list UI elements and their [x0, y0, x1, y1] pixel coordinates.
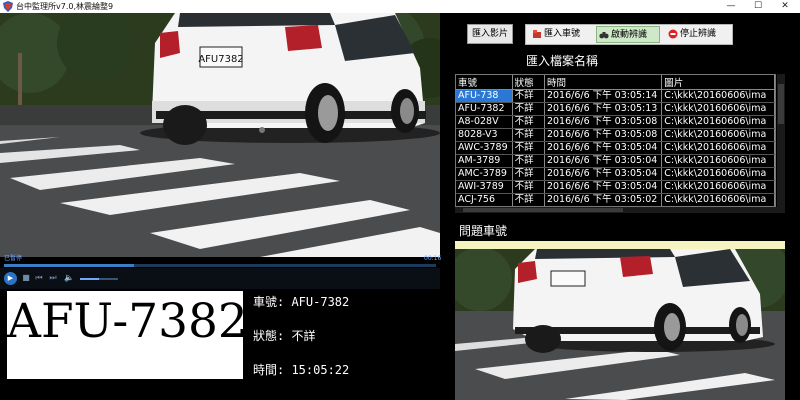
table-row[interactable]: A8-028V 不詳 2016/6/6 下午 03:05:08 C:\kkk\2…: [456, 115, 775, 129]
cell-plate: 8028-V3: [456, 128, 513, 142]
cell-status: 不詳: [512, 154, 545, 168]
cell-image: C:\kkk\20160606\ima: [661, 102, 775, 116]
stop-recognition-label: 停止辨識: [680, 29, 717, 39]
start-recognition-button[interactable]: 啟動辨識: [596, 26, 660, 43]
info-status: 狀態: 不詳: [253, 329, 316, 343]
import-video-button[interactable]: 匯入影片: [467, 24, 513, 44]
grid-header-row: 車號 狀態 時間 圖片: [456, 75, 775, 90]
recognition-toolbar: 匯入車號 啟動辨識 停止辨識: [525, 24, 733, 45]
cell-time: 2016/6/6 下午 03:05:08: [544, 128, 663, 142]
stop-circle-icon: [668, 29, 678, 39]
car-plate-text: AFU7382: [198, 54, 243, 65]
stop-recognition-button[interactable]: 停止辨識: [666, 26, 728, 43]
video-player[interactable]: AFU7382: [0, 13, 440, 257]
shield-app-icon: [3, 1, 13, 12]
import-plates-label: 匯入車號: [544, 29, 581, 39]
cell-image: C:\kkk\20160606\ima: [661, 180, 775, 194]
grid-horizontal-scrollbar[interactable]: [455, 207, 785, 213]
plate-records-table: 車號 狀態 時間 圖片 AFU-738 不詳 2016/6/6 下午 03:05…: [456, 75, 775, 206]
stop-icon[interactable]: ■: [20, 272, 32, 284]
scroll-thumb[interactable]: [778, 84, 784, 124]
cell-image: C:\kkk\20160606\ima: [661, 115, 775, 129]
cell-plate: AMC-3789: [456, 167, 513, 181]
column-header-image[interactable]: 圖片: [661, 75, 775, 90]
column-header-time[interactable]: 時間: [544, 75, 663, 90]
cell-plate: AWI-3789: [456, 180, 513, 194]
media-controls: ▶ ■ ⏮ ⏭ 🔈: [0, 268, 440, 289]
cell-time: 2016/6/6 下午 03:05:04: [544, 141, 663, 155]
plate-records-grid[interactable]: 車號 狀態 時間 圖片 AFU-738 不詳 2016/6/6 下午 03:05…: [455, 74, 776, 207]
table-row[interactable]: AFU-7382 不詳 2016/6/6 下午 03:05:13 C:\kkk\…: [456, 102, 775, 116]
cell-status: 不詳: [512, 128, 545, 142]
maximize-button[interactable]: ☐: [745, 0, 771, 13]
volume-icon[interactable]: 🔈: [63, 272, 75, 284]
volume-slider[interactable]: [80, 278, 118, 280]
previous-icon[interactable]: ⏮: [33, 272, 45, 284]
close-button[interactable]: ✕: [772, 0, 798, 13]
import-plates-button[interactable]: 匯入車號: [530, 26, 592, 43]
cell-time: 2016/6/6 下午 03:05:04: [544, 167, 663, 181]
cell-image: C:\kkk\20160606\ima: [661, 154, 775, 168]
next-icon[interactable]: ⏭: [47, 272, 59, 284]
cell-time: 2016/6/6 下午 03:05:02: [544, 193, 663, 206]
recognized-plate-panel: AFU-7382: [7, 291, 248, 379]
binoculars-icon: [599, 32, 609, 39]
cell-plate: AM-3789: [456, 154, 513, 168]
start-recognition-label: 啟動辨識: [611, 30, 648, 40]
cell-image: C:\kkk\20160606\ima: [661, 89, 775, 103]
cell-time: 2016/6/6 下午 03:05:04: [544, 180, 663, 194]
problem-section-title: 問題車號: [459, 224, 508, 238]
grid-vertical-scrollbar[interactable]: [777, 74, 785, 207]
folder-red-icon: [533, 30, 541, 38]
cell-plate: AFU-7382: [456, 102, 513, 116]
seek-progress: [4, 264, 134, 267]
cell-status: 不詳: [512, 141, 545, 155]
window-title: 台中監理所v7.0,林震綸整9: [16, 2, 114, 11]
cell-image: C:\kkk\20160606\ima: [661, 128, 775, 142]
cell-time: 2016/6/6 下午 03:05:14: [544, 89, 663, 103]
info-plate: 車號: AFU-7382: [253, 295, 350, 309]
cell-plate: A8-028V: [456, 115, 513, 129]
cell-status: 不詳: [512, 115, 545, 129]
column-header-status[interactable]: 狀態: [512, 75, 545, 90]
table-row[interactable]: AWI-3789 不詳 2016/6/6 下午 03:05:04 C:\kkk\…: [456, 180, 775, 194]
recognized-plate-text: AFU-7382: [7, 294, 248, 349]
title-bar: 台中監理所v7.0,林震綸整9 — ☐ ✕: [0, 0, 800, 13]
volume-level: [80, 278, 99, 280]
cell-image: C:\kkk\20160606\ima: [661, 193, 775, 206]
cell-image: C:\kkk\20160606\ima: [661, 167, 775, 181]
cell-status: 不詳: [512, 193, 545, 206]
cell-plate: AFU-738: [456, 89, 513, 103]
cell-status: 不詳: [512, 89, 545, 103]
play-icon[interactable]: ▶: [4, 272, 17, 285]
column-header-plate[interactable]: 車號: [456, 75, 513, 90]
cell-image: C:\kkk\20160606\ima: [661, 141, 775, 155]
info-time: 時間: 15:05:22: [253, 363, 350, 377]
highlight-bar: [455, 241, 785, 249]
cell-plate: AWC-3789: [456, 141, 513, 155]
scroll-thumb[interactable]: [463, 208, 623, 212]
cell-time: 2016/6/6 下午 03:05:08: [544, 115, 663, 129]
cell-time: 2016/6/6 下午 03:05:04: [544, 154, 663, 168]
cell-status: 不詳: [512, 180, 545, 194]
file-section-title: 匯入檔案名稱: [526, 54, 599, 68]
table-row[interactable]: AWC-3789 不詳 2016/6/6 下午 03:05:04 C:\kkk\…: [456, 141, 775, 155]
table-row[interactable]: AMC-3789 不詳 2016/6/6 下午 03:05:04 C:\kkk\…: [456, 167, 775, 181]
table-row[interactable]: AFU-738 不詳 2016/6/6 下午 03:05:14 C:\kkk\2…: [456, 89, 775, 103]
minimize-button[interactable]: —: [718, 0, 744, 13]
cell-plate: ACJ-756: [456, 193, 513, 206]
table-row[interactable]: ACJ-756 不詳 2016/6/6 下午 03:05:02 C:\kkk\2…: [456, 193, 775, 206]
cell-status: 不詳: [512, 167, 545, 181]
table-row[interactable]: 8028-V3 不詳 2016/6/6 下午 03:05:08 C:\kkk\2…: [456, 128, 775, 142]
playback-status: 已暫停: [4, 255, 23, 262]
problem-plate-snapshot: [455, 249, 785, 400]
table-row[interactable]: AM-3789 不詳 2016/6/6 下午 03:05:04 C:\kkk\2…: [456, 154, 775, 168]
cell-status: 不詳: [512, 102, 545, 116]
playback-time: 00:16: [424, 255, 442, 262]
seek-bar[interactable]: [4, 264, 436, 267]
cell-time: 2016/6/6 下午 03:05:13: [544, 102, 663, 116]
